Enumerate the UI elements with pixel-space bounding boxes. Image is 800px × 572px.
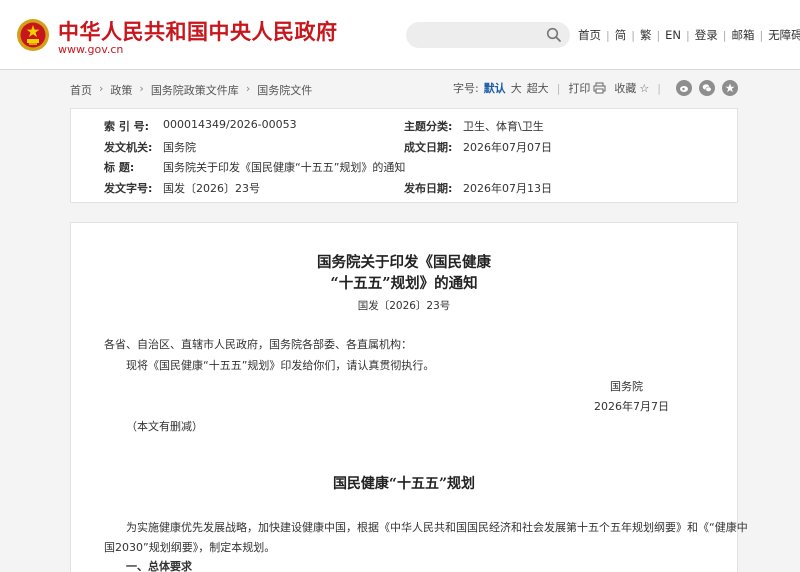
weibo-share-icon[interactable] <box>676 80 692 96</box>
article-recipients: 各省、自治区、直辖市人民政府，国务院各部委、各直属机构： <box>104 338 412 351</box>
site-title[interactable]: 中华人民共和国中央人民政府 <box>58 16 338 46</box>
plan-intro-line2: 国2030”规划纲要》，制定本规划。 <box>104 541 276 554</box>
nav-english-link[interactable]: EN <box>665 28 681 42</box>
print-button[interactable]: 打印 <box>568 80 590 96</box>
info-row-issuer: 发文机关: 国务院 成文日期: 2026年07月07日 <box>71 139 739 159</box>
plan-intro-line1: 为实施健康优先发展战略，加快建设健康中国，根据《中华人民共和国国民经济和社会发展… <box>126 521 748 534</box>
breadcrumb: 首页 › 政策 › 国务院政策文件库 › 国务院文件 <box>70 82 312 98</box>
nav-simplified-link[interactable]: 简 <box>615 27 627 43</box>
plan-title: 国民健康“十五五”规划 <box>332 476 476 492</box>
breadcrumb-policy-library[interactable]: 国务院政策文件库 <box>151 82 239 98</box>
breadcrumb-home[interactable]: 首页 <box>70 82 92 98</box>
published-date-value: 2026年07月13日 <box>463 182 552 195</box>
created-date-value: 2026年07月07日 <box>463 141 552 154</box>
nav-divider: | <box>656 28 661 42</box>
nav-traditional-link[interactable]: 繁 <box>640 27 652 43</box>
breadcrumb-separator: › <box>139 82 144 95</box>
nav-mail-link[interactable]: 邮箱 <box>731 27 754 43</box>
font-size-label: 字号: <box>452 82 479 95</box>
nav-divider: | <box>722 28 727 42</box>
breadcrumb-separator: › <box>99 82 104 95</box>
font-size-default[interactable]: 默认 <box>484 80 506 96</box>
site-domain: www.gov.cn <box>58 43 124 56</box>
nav-home-link[interactable]: 首页 <box>578 27 601 43</box>
nav-accessibility-link[interactable]: 无障碍 <box>768 27 800 43</box>
article-date: 2026年7月7日 <box>594 400 669 413</box>
article-doc-number: 国发〔2026〕23号 <box>357 300 451 312</box>
title-value: 国务院关于印发《国民健康“十五五”规划》的通知 <box>163 161 406 174</box>
info-row-docno: 发文字号: 国发〔2026〕23号 发布日期: 2026年07月13日 <box>71 180 739 200</box>
tools-divider: | <box>657 81 661 95</box>
printer-icon[interactable] <box>593 82 606 94</box>
national-emblem-icon[interactable] <box>16 18 50 52</box>
breadcrumb-state-council-docs[interactable]: 国务院文件 <box>257 82 312 98</box>
article-note: （本文有删减） <box>126 420 203 433</box>
subject-label: 主题分类: <box>404 120 453 133</box>
issuer-value: 国务院 <box>163 141 196 154</box>
created-date-label: 成文日期: <box>404 141 453 154</box>
nav-divider: | <box>606 28 610 42</box>
font-size-xlarge[interactable]: 超大 <box>527 80 549 96</box>
article-body-text: 现将《国民健康“十五五”规划》印发给你们，请认真贯彻执行。 <box>126 359 435 372</box>
tools-divider: | <box>556 81 561 95</box>
info-row-index: 索 引 号: 000014349/2026-00053 主题分类: 卫生、体育\… <box>71 118 739 138</box>
star-icon[interactable]: ☆ <box>639 82 649 95</box>
section-heading-general-requirements: 一、总体要求 <box>126 560 192 572</box>
index-label: 索 引 号: <box>104 120 150 133</box>
font-size-large[interactable]: 大 <box>511 80 522 96</box>
article-tools: 字号: 默认 大 超大 | 打印 收藏 ☆ | <box>453 80 738 96</box>
qzone-share-icon[interactable] <box>722 80 738 96</box>
info-row-title: 标 题: 国务院关于印发《国民健康“十五五”规划》的通知 <box>71 159 739 179</box>
search-box <box>406 22 570 48</box>
favorite-button[interactable]: 收藏 <box>614 80 636 96</box>
document-info-table: 索 引 号: 000014349/2026-00053 主题分类: 卫生、体育\… <box>70 108 738 203</box>
article-title-line2: “十五五”规划》的通知 <box>330 275 478 292</box>
doc-number-label: 发文字号: <box>104 182 153 195</box>
title-label: 标 题: <box>104 161 135 174</box>
nav-login-link[interactable]: 登录 <box>695 27 718 43</box>
article-signer: 国务院 <box>610 380 643 393</box>
article-body: 国务院关于印发《国民健康 “十五五”规划》的通知 国发〔2026〕23号 各省、… <box>70 222 748 572</box>
breadcrumb-row: 首页 › 政策 › 国务院政策文件库 › 国务院文件 字号: 默认 大 超大 |… <box>70 78 738 100</box>
subject-value: 卫生、体育\卫生 <box>463 120 544 133</box>
search-icon[interactable] <box>546 27 562 43</box>
issuer-label: 发文机关: <box>104 141 153 154</box>
published-date-label: 发布日期: <box>404 182 453 195</box>
breadcrumb-policy[interactable]: 政策 <box>110 82 132 98</box>
nav-divider: | <box>686 28 690 42</box>
article-title-line1: 国务院关于印发《国民健康 <box>317 254 491 271</box>
top-nav: 首页 | 简 | 繁 | EN | 登录 | 邮箱 | 无障碍 <box>578 27 800 43</box>
site-header: 中华人民共和国中央人民政府 www.gov.cn 首页 | 简 | 繁 | EN… <box>0 0 800 70</box>
doc-number-value: 国发〔2026〕23号 <box>163 182 260 195</box>
nav-divider: | <box>631 28 635 42</box>
index-value: 000014349/2026-00053 <box>163 118 297 131</box>
breadcrumb-separator: › <box>245 82 251 95</box>
nav-divider: | <box>759 28 764 42</box>
search-input[interactable] <box>406 22 536 48</box>
wechat-share-icon[interactable] <box>699 80 715 96</box>
